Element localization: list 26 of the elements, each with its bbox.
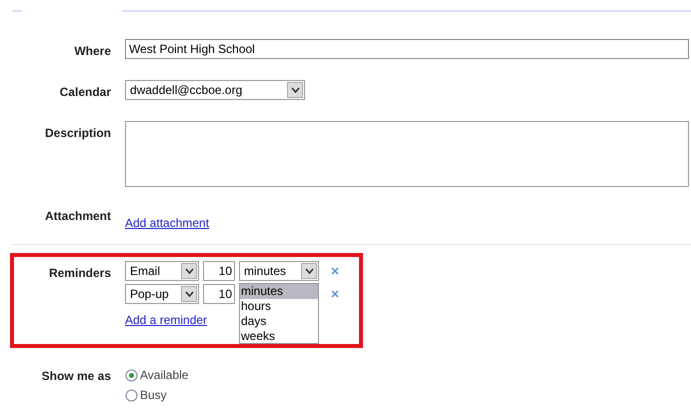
- field-label: Attachment: [44, 208, 111, 225]
- field-label: Show me as: [42, 368, 111, 385]
- method-select[interactable]: Pop-up: [125, 284, 199, 304]
- remove-icon[interactable]: [331, 267, 339, 275]
- calendar-select[interactable]: dwaddell@ccboe.org: [125, 80, 305, 100]
- field-label: Reminders: [48, 265, 111, 282]
- field-label: Calendar: [60, 84, 111, 101]
- dropdown-option[interactable]: days: [240, 314, 318, 329]
- radio-button[interactable]: [125, 388, 138, 402]
- description-field[interactable]: [125, 121, 689, 187]
- text-field[interactable]: West Point High School: [125, 39, 689, 59]
- option-label: Available: [140, 367, 188, 384]
- add-attachment-link[interactable]: Add attachment: [125, 214, 210, 232]
- radio-button[interactable]: [125, 368, 138, 382]
- amount-field[interactable]: 10: [203, 284, 235, 304]
- method-select[interactable]: Email: [125, 261, 199, 281]
- amount-field[interactable]: 10: [203, 261, 235, 281]
- dropdown-option[interactable]: minutes: [240, 284, 318, 299]
- dropdown-option[interactable]: weeks: [240, 329, 318, 344]
- remove-icon[interactable]: [331, 290, 339, 298]
- add-reminder-link[interactable]: Add a reminder: [125, 311, 208, 329]
- field-label: Description: [44, 125, 111, 142]
- dropdown-option[interactable]: hours: [240, 299, 318, 314]
- unit-select[interactable]: minutes: [239, 261, 319, 281]
- field-label: Where: [74, 43, 111, 60]
- option-label: Busy: [140, 387, 167, 404]
